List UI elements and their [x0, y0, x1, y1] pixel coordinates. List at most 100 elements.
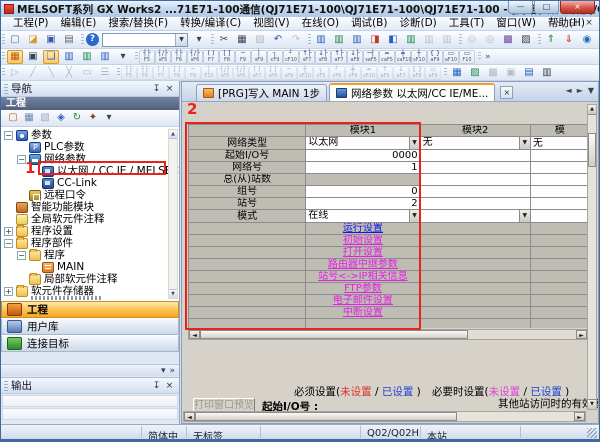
comment-display-icon[interactable]: ▩	[500, 33, 516, 47]
ladder-symbol-button-sF5[interactable]: ┤/├sF5	[155, 50, 171, 64]
pause-monitor-icon[interactable]: ◈	[597, 33, 599, 47]
tab-prg-main[interactable]: [PRG]写入 MAIN 1步	[196, 84, 327, 101]
minimize-button[interactable]: —	[508, 1, 533, 14]
ladder-symbol-button-sF10[interactable]: ┼sF10	[411, 50, 427, 64]
tree-item-plc-parameters[interactable]: PLC参数	[1, 141, 179, 153]
menu-item-6[interactable]: 调试(B)	[345, 17, 393, 30]
tree-item-pou[interactable]: − 程序部件	[1, 237, 179, 249]
upload-icon[interactable]: ⇑	[543, 33, 559, 47]
connection-destination-button[interactable]: 连接目标	[1, 335, 179, 352]
nav-paste-icon[interactable]: ▧	[38, 111, 52, 125]
device-comment-combo[interactable]: ▼	[102, 33, 188, 47]
tree-item-remote-password[interactable]: 远程口令	[1, 189, 179, 201]
ladder-symbol-button-caF5[interactable]: ═caF5	[379, 50, 395, 64]
statement-icon[interactable]: ▨	[518, 33, 534, 47]
project-view-button[interactable]: 工程	[1, 301, 179, 318]
ladder-symbol-button-sF8[interactable]: ↓├sF8	[315, 50, 331, 64]
window-display-icon[interactable]: ❏	[43, 50, 59, 64]
inline-st-icon[interactable]: ▤	[521, 66, 537, 80]
expand-icon[interactable]: +	[4, 287, 13, 296]
collapse-icon[interactable]: −	[4, 131, 13, 140]
ladder-symbol-button-sF7[interactable]: ↑├sF7	[299, 50, 315, 64]
help-icon[interactable]: ?	[86, 33, 99, 46]
open-project-icon[interactable]: ◪	[25, 33, 41, 47]
tab-scroll-right-icon[interactable]: ►	[577, 86, 583, 95]
router-relay-link[interactable]: 路由器中继参数	[328, 259, 398, 270]
monitor-write-icon[interactable]: ▥	[349, 33, 365, 47]
tree-scrollbar[interactable]: ▲ ▼	[168, 129, 178, 299]
scroll-left-icon[interactable]: ◄	[184, 412, 195, 421]
close-button[interactable]: ×	[560, 1, 595, 14]
menu-item-0[interactable]: 工程(P)	[7, 17, 55, 30]
start-monitor-icon[interactable]: ◉	[579, 33, 595, 47]
toolbar-overflow-icon[interactable]: »	[482, 52, 494, 62]
menu-item-4[interactable]: 视图(V)	[247, 17, 295, 30]
read-plc-icon[interactable]: ◨	[367, 33, 383, 47]
initial-settings-link[interactable]: 初始设置	[343, 235, 383, 246]
tab-list-icon[interactable]: ▼	[588, 86, 594, 95]
nav-filter-icon[interactable]: ✦	[86, 111, 100, 125]
network-no-input[interactable]: 1	[306, 162, 420, 174]
scrollbar-thumb[interactable]	[588, 133, 596, 167]
ladder-symbol-button-F7[interactable]: ( )F7	[203, 50, 219, 64]
scroll-up-icon[interactable]: ▲	[588, 105, 596, 115]
ladder-symbol-button-F6[interactable]: ┤├F6	[171, 50, 187, 64]
pin-icon[interactable]: ↧	[150, 84, 163, 94]
operation-settings-link[interactable]: 运行设置	[343, 223, 383, 234]
nav-refresh-icon[interactable]: ↻	[70, 111, 84, 125]
st-window-icon[interactable]: ▥	[97, 50, 113, 64]
station-ip-link[interactable]: 站号<->IP相关信息	[318, 271, 407, 282]
new-project-icon[interactable]: ▢	[7, 33, 23, 47]
nav-info-icon[interactable]: ◈	[54, 111, 68, 125]
ladder-symbol-button-caF10[interactable]: ╪caF10	[395, 50, 411, 64]
nav-new-icon[interactable]: ▢	[6, 111, 20, 125]
dropdown-arrow-icon[interactable]: ▼	[409, 137, 420, 149]
scroll-up-icon[interactable]: ▲	[169, 130, 177, 139]
network-type-select-m2[interactable]: 无▼	[421, 137, 530, 149]
menu-item-2[interactable]: 搜索/替换(F)	[102, 17, 174, 30]
comment-icon[interactable]: ▥	[539, 66, 555, 80]
ftp-parameters-link[interactable]: FTP参数	[344, 283, 382, 294]
ladder-window-icon[interactable]: ▥	[61, 50, 77, 64]
user-library-button[interactable]: 用户库	[1, 318, 179, 335]
mdi-close-icon[interactable]: ×	[583, 17, 595, 30]
tree-item-intelligent-module[interactable]: 智能功能模块	[1, 201, 179, 213]
ladder-symbol-button-aF7[interactable]: ↑├aF7	[331, 50, 347, 64]
cut-icon[interactable]: ✂	[216, 33, 232, 47]
collapse-icon[interactable]: −	[4, 239, 13, 248]
mode-select-m2[interactable]: ▼	[421, 210, 530, 222]
fb-window-icon[interactable]: ▥	[79, 50, 95, 64]
tab-network-parameters[interactable]: 网络参数 以太网/CC IE/ME...	[329, 83, 495, 101]
menu-item-9[interactable]: 窗口(W)	[490, 17, 542, 30]
panel-grip[interactable]	[4, 84, 8, 94]
tree-item-global-comment[interactable]: 全局软元件注释	[1, 213, 179, 225]
splitter-handle[interactable]	[31, 296, 101, 300]
combo-more-icon[interactable]: ▾	[191, 33, 207, 47]
network-type-select-m1[interactable]: 以太网▼	[306, 137, 419, 149]
ladder-symbol-button-cF9[interactable]: ┐cF9	[267, 50, 283, 64]
nav-filter-more-icon[interactable]: ▾	[102, 111, 116, 125]
pin-icon[interactable]: ↧	[150, 381, 163, 391]
tree-item-program[interactable]: − 程序	[1, 249, 179, 261]
mode-select-m1[interactable]: 在线▼	[306, 210, 419, 222]
dropdown-arrow-icon[interactable]: ▼	[409, 210, 420, 222]
ladder-symbol-button-sF6[interactable]: ┤/├sF6	[187, 50, 203, 64]
tree-item-cclink[interactable]: CC-Link	[1, 177, 179, 189]
device-test-icon[interactable]: ▦	[449, 66, 465, 80]
scroll-right-icon[interactable]: ►	[574, 412, 585, 421]
close-panel-icon[interactable]: ×	[163, 381, 176, 391]
monitor-start-icon[interactable]: ▥	[313, 33, 329, 47]
panel-grip[interactable]	[4, 381, 8, 391]
undo-icon[interactable]: ↶	[270, 33, 286, 47]
menu-item-7[interactable]: 诊断(D)	[393, 17, 442, 30]
interrupt-settings-link[interactable]: 中断设置	[343, 307, 383, 318]
ladder-symbol-button-aF10[interactable]: ▭aF10	[443, 50, 459, 64]
module-config-icon[interactable]: ▣	[25, 50, 41, 64]
scroll-left-icon[interactable]: ◄	[189, 330, 200, 339]
chevron-down-icon[interactable]: ▾	[161, 366, 166, 376]
close-panel-icon[interactable]: ×	[163, 84, 176, 94]
display-more-icon[interactable]: ▾	[115, 50, 131, 64]
menu-item-5[interactable]: 在线(O)	[296, 17, 345, 30]
network-type-m3[interactable]: 无	[530, 137, 588, 150]
verify-icon[interactable]: ▥	[403, 33, 419, 47]
